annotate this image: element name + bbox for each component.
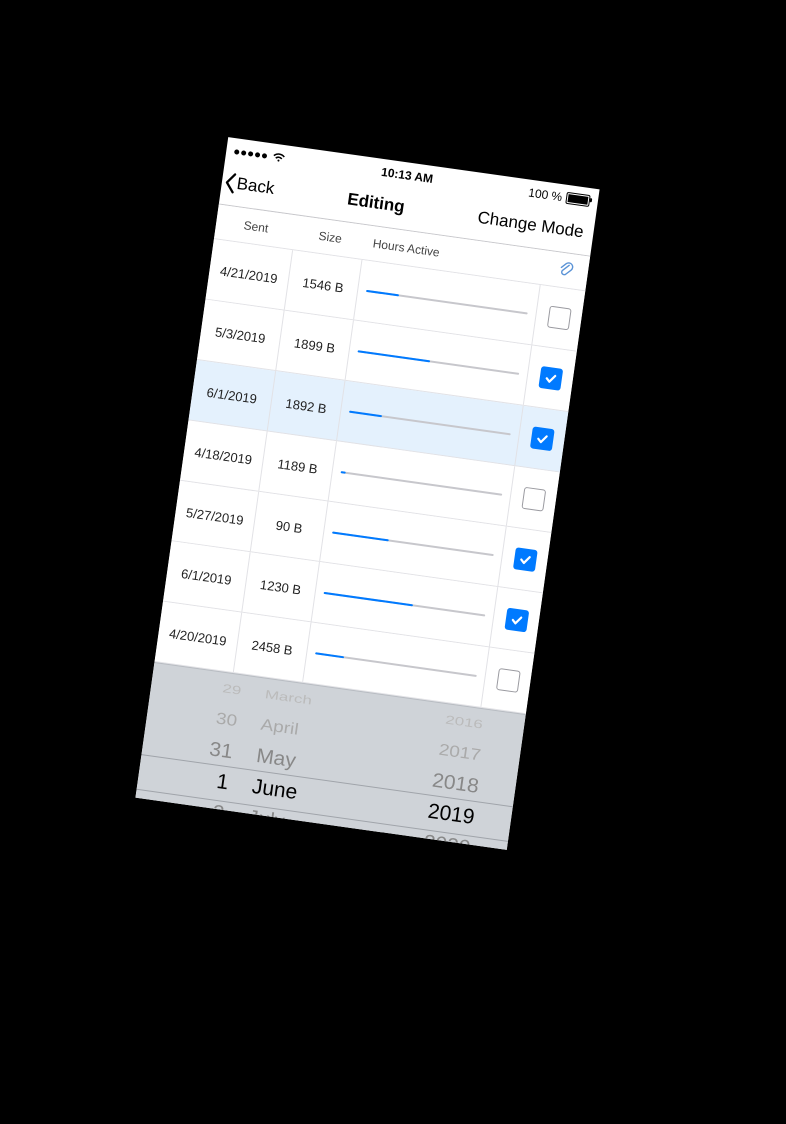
checkbox[interactable] <box>546 305 571 330</box>
checkbox[interactable] <box>538 366 563 391</box>
cell-size: 1892 B <box>268 371 346 440</box>
picker-item[interactable]: 1 <box>215 765 231 797</box>
cell-size: 2458 B <box>234 613 312 682</box>
checkbox[interactable] <box>495 668 520 693</box>
picker-item[interactable]: May <box>254 741 297 776</box>
hours-slider[interactable] <box>341 471 503 496</box>
picker-item[interactable]: 29 <box>221 677 243 701</box>
back-label: Back <box>235 174 275 199</box>
picker-item[interactable]: June <box>250 770 299 807</box>
hours-slider[interactable] <box>358 350 520 375</box>
change-mode-button[interactable]: Change Mode <box>476 208 589 243</box>
hours-slider[interactable] <box>366 290 528 315</box>
cell-size: 90 B <box>251 492 329 561</box>
picker-item[interactable]: July <box>246 802 287 836</box>
cell-checkbox[interactable] <box>507 466 560 532</box>
hours-slider[interactable] <box>324 592 486 617</box>
cell-checkbox[interactable] <box>532 285 585 351</box>
picker-item[interactable]: 3 <box>207 829 221 850</box>
cell-checkbox[interactable] <box>515 406 568 472</box>
cell-sent[interactable]: 5/3/2019 <box>197 300 285 371</box>
status-bar-left <box>234 146 287 163</box>
cell-size: 1189 B <box>259 432 337 501</box>
cell-size: 1899 B <box>276 311 354 380</box>
cell-size: 1230 B <box>242 552 320 621</box>
hours-slider[interactable] <box>332 531 494 556</box>
picker-column-month[interactable]: MarchAprilMayJuneJulyAugustSeptember <box>229 678 407 850</box>
cell-checkbox[interactable] <box>524 345 577 411</box>
cell-size: 1546 B <box>285 250 363 319</box>
picker-item[interactable]: 2018 <box>430 765 480 801</box>
col-header-attachment[interactable] <box>542 258 589 283</box>
picker-item[interactable]: 2017 <box>437 736 483 768</box>
cell-sent[interactable]: 4/20/2019 <box>155 602 243 673</box>
picker-column-day[interactable]: 2930311234 <box>135 663 259 850</box>
cell-checkbox[interactable] <box>498 527 551 593</box>
cell-sent[interactable]: 5/27/2019 <box>172 481 260 552</box>
table-body: 4/21/20191546 B5/3/20191899 B6/1/2019189… <box>154 239 585 714</box>
back-button[interactable]: Back <box>222 171 275 200</box>
col-header-size[interactable]: Size <box>295 226 366 250</box>
checkbox[interactable] <box>504 608 529 633</box>
picker-item[interactable]: August <box>242 834 304 850</box>
hours-slider[interactable] <box>349 411 511 436</box>
cell-sent[interactable]: 6/1/2019 <box>163 541 251 612</box>
wifi-icon <box>271 151 286 163</box>
cell-checkbox[interactable] <box>481 648 534 714</box>
checkbox[interactable] <box>529 426 554 451</box>
checkbox[interactable] <box>512 547 537 572</box>
cell-checkbox[interactable] <box>490 587 543 653</box>
paperclip-icon <box>556 260 574 281</box>
picker-item[interactable]: 2019 <box>426 795 477 832</box>
cell-sent[interactable]: 4/21/2019 <box>206 239 294 310</box>
col-header-sent[interactable]: Sent <box>215 214 296 239</box>
phone-frame: 10:13 AM 100 % Back Editing Change Mode … <box>135 137 599 850</box>
picker-item[interactable]: 31 <box>208 734 235 766</box>
checkbox[interactable] <box>521 487 546 512</box>
cell-sent[interactable]: 4/18/2019 <box>180 420 268 491</box>
cell-sent[interactable]: 6/1/2019 <box>189 360 277 431</box>
picker-item[interactable]: 2 <box>210 797 226 828</box>
signal-dots-icon <box>234 149 267 159</box>
picker-item[interactable]: 2016 <box>444 708 484 735</box>
picker-item[interactable]: April <box>259 711 300 742</box>
battery-percent: 100 % <box>527 186 563 205</box>
battery-icon <box>565 192 590 207</box>
picker-item[interactable]: March <box>264 683 314 711</box>
picker-item[interactable]: 30 <box>214 705 239 734</box>
hours-slider[interactable] <box>315 652 477 677</box>
